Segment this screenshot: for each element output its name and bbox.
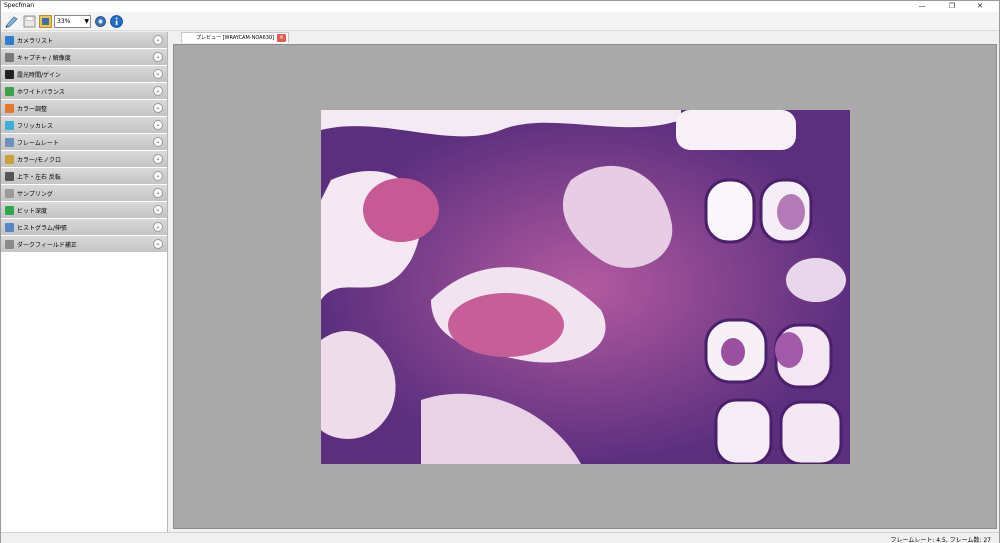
sidebar-item[interactable]: ヒストグラム/伸張 ⌄ [1, 219, 167, 236]
close-icon[interactable]: × [277, 34, 286, 42]
sidebar-item[interactable]: カメラリスト ⌄ [1, 32, 167, 49]
sidebar-item-label: フレームレート [17, 140, 59, 147]
sidebar-item-label: 上下・左右 反転 [17, 174, 61, 181]
category-icon [5, 189, 14, 198]
chevron-down-icon[interactable]: ⌄ [153, 205, 163, 215]
category-icon [5, 53, 14, 62]
category-icon [5, 223, 14, 232]
histology-image [321, 110, 850, 464]
chevron-down-icon[interactable]: ⌄ [153, 239, 163, 249]
category-icon [5, 87, 14, 96]
sidebar-item[interactable]: フリッカレス ⌄ [1, 117, 167, 134]
specimen-image [321, 110, 850, 464]
sidebar-item[interactable]: ホワイトバランス ⌄ [1, 83, 167, 100]
tab-preview-label: プレビュー [WRAYCAM-NOA630] [196, 35, 275, 41]
draw-icon[interactable] [4, 14, 19, 29]
sidebar-item-label: ビット深度 [17, 208, 48, 215]
chevron-down-icon[interactable]: ⌄ [153, 188, 163, 198]
category-icon [5, 138, 14, 147]
chevron-down-icon[interactable]: ⌄ [153, 35, 163, 45]
sidebar: カメラリスト ⌄ キャプチャ / 解像度 ⌄ 露光時間/ゲイン ⌄ ホワイトバランス ⌄ カラー… [1, 32, 168, 532]
sidebar-item[interactable]: キャプチャ / 解像度 ⌄ [1, 49, 167, 66]
settings-gear-icon[interactable] [93, 14, 108, 29]
chevron-down-icon[interactable]: ⌄ [153, 222, 163, 232]
zoom-select[interactable]: 33% ▼ [54, 15, 91, 28]
capture-icon[interactable] [38, 14, 53, 29]
chevron-down-icon[interactable]: ⌄ [153, 52, 163, 62]
sidebar-item-label: カメラリスト [17, 38, 54, 45]
toolbar: 33% ▼ [1, 12, 999, 31]
sidebar-item[interactable]: フレームレート ⌄ [1, 134, 167, 151]
category-icon [5, 104, 14, 113]
category-icon [5, 121, 14, 130]
chevron-down-icon: ▼ [84, 18, 89, 25]
category-icon [5, 240, 14, 249]
preview-area [173, 44, 997, 529]
close-button[interactable]: ✕ [969, 1, 991, 12]
window-title: Specfman [4, 2, 35, 9]
app-window: Specfman — ❐ ✕ 33% ▼ カメラリスト ⌄ キャプチャ / 解像度 ⌄… [0, 0, 1000, 543]
zoom-value: 33% [57, 18, 71, 25]
sidebar-item-label: サンプリング [17, 191, 53, 198]
chevron-down-icon[interactable]: ⌄ [153, 120, 163, 130]
category-icon [5, 172, 14, 181]
sidebar-item-label: カラー/モノクロ [17, 157, 62, 164]
chevron-down-icon[interactable]: ⌄ [153, 154, 163, 164]
sidebar-item[interactable]: 露光時間/ゲイン ⌄ [1, 66, 167, 83]
category-icon [5, 70, 14, 79]
sidebar-item[interactable]: 上下・左右 反転 ⌄ [1, 168, 167, 185]
chevron-down-icon[interactable]: ⌄ [153, 86, 163, 96]
tab-bar: プレビュー [WRAYCAM-NOA630] × [169, 32, 999, 43]
chevron-down-icon[interactable]: ⌄ [153, 69, 163, 79]
minimize-button[interactable]: — [911, 1, 933, 12]
info-icon[interactable] [109, 14, 124, 29]
sidebar-item-label: ホワイトバランス [17, 89, 65, 96]
sidebar-item-label: キャプチャ / 解像度 [17, 55, 71, 62]
chevron-down-icon[interactable]: ⌄ [153, 137, 163, 147]
category-icon [5, 155, 14, 164]
category-icon [5, 206, 14, 215]
sidebar-item-label: ダークフィールド補正 [17, 242, 77, 249]
sidebar-item[interactable]: カラー調整 ⌄ [1, 100, 167, 117]
tab-preview[interactable]: プレビュー [WRAYCAM-NOA630] × [181, 32, 289, 43]
sidebar-item[interactable]: ダークフィールド補正 ⌄ [1, 236, 167, 253]
sidebar-item-label: カラー調整 [17, 106, 48, 113]
sidebar-item-label: ヒストグラム/伸張 [17, 225, 67, 232]
sidebar-item-label: フリッカレス [17, 123, 54, 130]
sidebar-item[interactable]: ビット深度 ⌄ [1, 202, 167, 219]
sidebar-item-label: 露光時間/ゲイン [17, 72, 61, 79]
title-bar: Specfman — ❐ ✕ [1, 1, 999, 12]
sidebar-item[interactable]: サンプリング ⌄ [1, 185, 167, 202]
restore-button[interactable]: ❐ [941, 1, 963, 12]
category-icon [5, 36, 14, 45]
chevron-down-icon[interactable]: ⌄ [153, 103, 163, 113]
status-text: フレームレート: 4.5, フレーム数: 27 [890, 537, 992, 543]
status-bar: フレームレート: 4.5, フレーム数: 27 [1, 532, 999, 543]
sidebar-item[interactable]: カラー/モノクロ ⌄ [1, 151, 167, 168]
save-icon[interactable] [22, 14, 37, 29]
chevron-down-icon[interactable]: ⌄ [153, 171, 163, 181]
